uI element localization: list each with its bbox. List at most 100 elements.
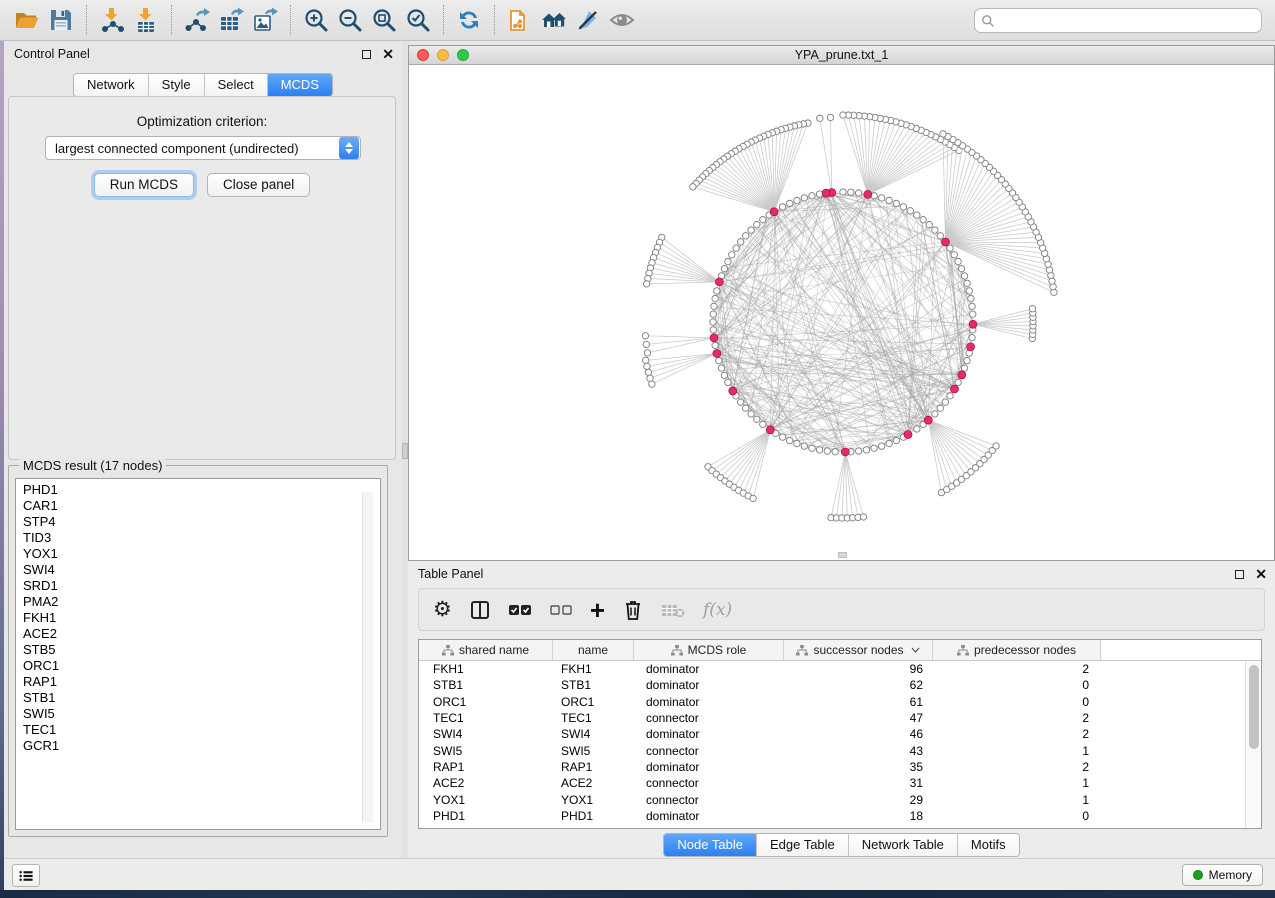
import-network-button[interactable] <box>95 4 129 36</box>
column-header-predecessor-nodes[interactable]: predecessor nodes <box>933 640 1101 660</box>
search-input[interactable] <box>995 11 1255 31</box>
table-settings-button[interactable]: ⚙ <box>433 597 452 623</box>
cell-successor-nodes[interactable]: 96 <box>784 662 933 676</box>
cell-mcds-role[interactable]: connector <box>634 711 784 725</box>
close-window-icon[interactable] <box>417 49 429 61</box>
share-document-button[interactable] <box>503 4 537 36</box>
cell-successor-nodes[interactable]: 46 <box>784 727 933 741</box>
cell-shared-name[interactable]: FKH1 <box>419 662 553 676</box>
cell-name[interactable]: STB1 <box>553 678 634 692</box>
close-panel-icon[interactable]: ✕ <box>382 49 394 59</box>
maximize-window-icon[interactable] <box>457 49 469 61</box>
mcds-result-item[interactable]: ACE2 <box>23 626 380 642</box>
cell-mcds-role[interactable]: connector <box>634 776 784 790</box>
cell-predecessor-nodes[interactable]: 2 <box>933 760 1101 774</box>
cell-name[interactable]: SWI5 <box>553 744 634 758</box>
cell-predecessor-nodes[interactable]: 2 <box>933 662 1101 676</box>
show-graphics-details-button[interactable] <box>605 4 639 36</box>
cell-successor-nodes[interactable]: 35 <box>784 760 933 774</box>
open-session-button[interactable] <box>10 4 44 36</box>
cell-name[interactable]: YOX1 <box>553 793 634 807</box>
table-row[interactable]: TEC1TEC1connector472 <box>419 710 1245 726</box>
tab-node-table[interactable]: Node Table <box>664 834 757 856</box>
cell-mcds-role[interactable]: dominator <box>634 678 784 692</box>
close-table-panel-icon[interactable]: ✕ <box>1255 569 1267 579</box>
deselect-all-button[interactable] <box>550 597 572 623</box>
mcds-result-item[interactable]: PMA2 <box>23 594 380 610</box>
criterion-dropdown[interactable]: largest connected component (undirected) <box>45 136 361 160</box>
cell-name[interactable]: SWI4 <box>553 727 634 741</box>
cell-shared-name[interactable]: TEC1 <box>419 711 553 725</box>
minimize-window-icon[interactable] <box>437 49 449 61</box>
task-history-button[interactable] <box>12 864 40 887</box>
table-row[interactable]: SWI4SWI4dominator462 <box>419 726 1245 742</box>
mcds-list-scrollbar[interactable] <box>362 492 373 822</box>
table-row[interactable]: STB1STB1dominator620 <box>419 677 1245 693</box>
function-builder-button[interactable]: f(x) <box>703 597 732 623</box>
cell-predecessor-nodes[interactable]: 0 <box>933 809 1101 823</box>
zoom-out-button[interactable] <box>333 4 367 36</box>
mcds-result-item[interactable]: STP4 <box>23 514 380 530</box>
save-session-button[interactable] <box>44 4 78 36</box>
scrollbar-thumb[interactable] <box>1249 665 1259 749</box>
column-header-shared-name[interactable]: shared name <box>419 640 553 660</box>
run-mcds-button[interactable]: Run MCDS <box>94 173 194 197</box>
cell-mcds-role[interactable]: dominator <box>634 760 784 774</box>
cell-mcds-role[interactable]: connector <box>634 793 784 807</box>
cell-shared-name[interactable]: YOX1 <box>419 793 553 807</box>
mcds-result-item[interactable]: FKH1 <box>23 610 380 626</box>
cell-successor-nodes[interactable]: 47 <box>784 711 933 725</box>
network-graph[interactable] <box>409 65 1274 560</box>
mcds-result-item[interactable]: CAR1 <box>23 498 380 514</box>
cell-successor-nodes[interactable]: 31 <box>784 776 933 790</box>
cell-predecessor-nodes[interactable]: 2 <box>933 711 1101 725</box>
mcds-result-list[interactable]: PHD1CAR1STP4TID3YOX1SWI4SRD1PMA2FKH1ACE2… <box>15 478 381 830</box>
table-row[interactable]: FKH1FKH1dominator962 <box>419 661 1245 677</box>
cell-mcds-role[interactable]: dominator <box>634 727 784 741</box>
cell-mcds-role[interactable]: dominator <box>634 695 784 709</box>
network-canvas[interactable] <box>409 65 1274 560</box>
cell-predecessor-nodes[interactable]: 2 <box>933 727 1101 741</box>
cell-successor-nodes[interactable]: 61 <box>784 695 933 709</box>
export-table-button[interactable] <box>214 4 248 36</box>
tab-select[interactable]: Select <box>205 74 268 96</box>
zoom-fit-button[interactable] <box>367 4 401 36</box>
network-titlebar[interactable]: YPA_prune.txt_1 <box>409 46 1274 65</box>
cell-shared-name[interactable]: SWI4 <box>419 727 553 741</box>
table-row[interactable]: ACE2ACE2connector311 <box>419 775 1245 791</box>
cell-predecessor-nodes[interactable]: 1 <box>933 776 1101 790</box>
table-row[interactable]: PHD1PHD1dominator180 <box>419 808 1245 824</box>
cell-shared-name[interactable]: ACE2 <box>419 776 553 790</box>
cell-successor-nodes[interactable]: 62 <box>784 678 933 692</box>
mcds-result-item[interactable]: RAP1 <box>23 674 380 690</box>
cell-predecessor-nodes[interactable]: 1 <box>933 744 1101 758</box>
mcds-result-item[interactable]: SWI4 <box>23 562 380 578</box>
mcds-result-item[interactable]: STB1 <box>23 690 380 706</box>
cell-predecessor-nodes[interactable]: 0 <box>933 678 1101 692</box>
cell-mcds-role[interactable]: connector <box>634 744 784 758</box>
cell-name[interactable]: ACE2 <box>553 776 634 790</box>
hide-annotations-button[interactable] <box>571 4 605 36</box>
tab-network[interactable]: Network <box>74 74 149 96</box>
mcds-result-item[interactable]: YOX1 <box>23 546 380 562</box>
mcds-result-item[interactable]: ORC1 <box>23 658 380 674</box>
home-button[interactable] <box>537 4 571 36</box>
tab-edge-table[interactable]: Edge Table <box>757 834 849 856</box>
cell-shared-name[interactable]: PHD1 <box>419 809 553 823</box>
mcds-result-item[interactable]: SWI5 <box>23 706 380 722</box>
cell-shared-name[interactable]: SWI5 <box>419 744 553 758</box>
mcds-result-item[interactable]: SRD1 <box>23 578 380 594</box>
cell-successor-nodes[interactable]: 18 <box>784 809 933 823</box>
refresh-button[interactable] <box>452 4 486 36</box>
table-row[interactable]: RAP1RAP1dominator352 <box>419 759 1245 775</box>
cell-shared-name[interactable]: STB1 <box>419 678 553 692</box>
mcds-result-item[interactable]: TID3 <box>23 530 380 546</box>
table-scrollbar[interactable] <box>1245 661 1261 828</box>
column-header-successor-nodes[interactable]: successor nodes <box>784 640 933 660</box>
mcds-result-item[interactable]: GCR1 <box>23 738 380 754</box>
cell-name[interactable]: FKH1 <box>553 662 634 676</box>
float-table-panel-icon[interactable] <box>1235 570 1244 579</box>
zoom-selected-button[interactable] <box>401 4 435 36</box>
cell-name[interactable]: TEC1 <box>553 711 634 725</box>
cell-mcds-role[interactable]: dominator <box>634 662 784 676</box>
